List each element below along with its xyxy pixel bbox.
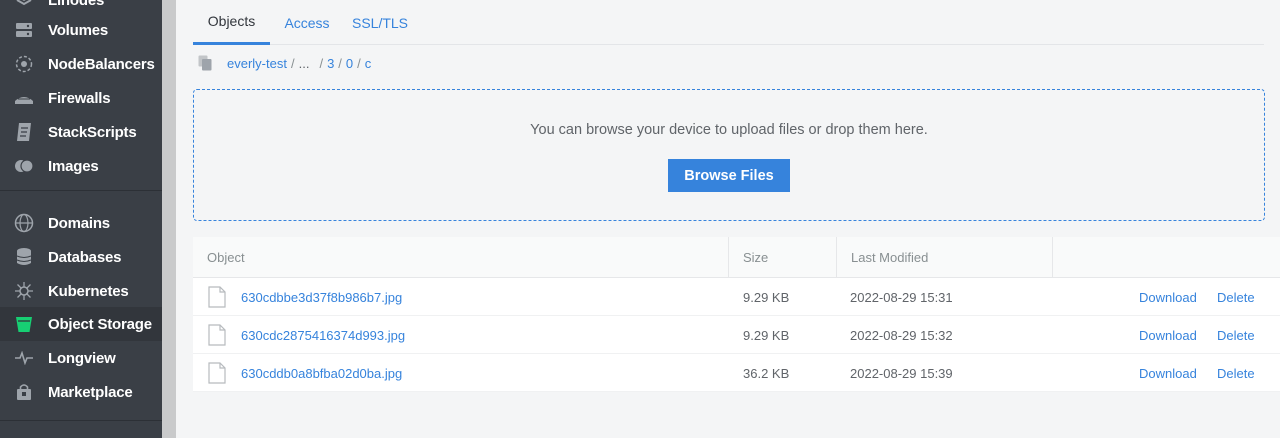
sidebar-item-domains[interactable]: Domains xyxy=(0,206,162,240)
sidebar-item-marketplace[interactable]: Marketplace xyxy=(0,375,162,409)
tab-access[interactable]: Access xyxy=(276,0,338,45)
copy-icon[interactable] xyxy=(198,55,212,71)
table-row: 630cdbbe3d37f8b986b7.jpg 9.29 KB 2022-08… xyxy=(193,278,1280,316)
images-icon xyxy=(14,156,34,176)
sidebar-divider xyxy=(0,420,162,421)
sidebar-item-label: Longview xyxy=(48,349,116,367)
tab-objects[interactable]: Objects xyxy=(193,0,270,45)
object-last-modified: 2022-08-29 15:31 xyxy=(850,289,953,305)
column-header-size[interactable]: Size xyxy=(728,237,836,278)
column-header-last-modified[interactable]: Last Modified xyxy=(836,237,1052,278)
object-name-link[interactable]: 630cdbbe3d37f8b986b7.jpg xyxy=(241,278,402,316)
object-last-modified: 2022-08-29 15:32 xyxy=(850,327,953,343)
breadcrumb-part[interactable]: 0 xyxy=(346,56,353,71)
browse-files-button[interactable]: Browse Files xyxy=(668,159,790,192)
pulse-icon xyxy=(14,348,34,368)
sidebar-item-label: NodeBalancers xyxy=(48,55,155,73)
tab-label: Access xyxy=(284,14,330,31)
breadcrumb-separator: / xyxy=(319,55,324,71)
delete-link[interactable]: Delete xyxy=(1217,316,1255,354)
sidebar-item-nodebalancers[interactable]: NodeBalancers xyxy=(0,47,162,81)
sidebar-divider xyxy=(0,190,162,191)
file-icon xyxy=(207,278,227,316)
sidebar-item-label: Linodes xyxy=(48,0,105,9)
delete-link[interactable]: Delete xyxy=(1217,354,1255,392)
breadcrumb-ellipsis[interactable]: ... xyxy=(299,56,310,71)
volume-icon xyxy=(14,20,34,40)
sidebar-item-label: Object Storage xyxy=(48,315,152,333)
sidebar-item-label: Marketplace xyxy=(48,383,133,401)
breadcrumb-separator: / xyxy=(338,55,342,71)
breadcrumb-separator: / xyxy=(290,55,295,71)
sidebar-item-label: Databases xyxy=(48,248,122,266)
sidebar-item-label: Kubernetes xyxy=(48,282,129,300)
linode-icon xyxy=(14,0,34,10)
breadcrumb-part[interactable]: c xyxy=(365,56,372,71)
sidebar-item-label: Firewalls xyxy=(48,89,111,107)
delete-link[interactable]: Delete xyxy=(1217,278,1255,316)
bucket-tabs: Objects Access SSL/TLS xyxy=(193,0,1264,45)
breadcrumb-separator: / xyxy=(357,55,361,71)
file-icon xyxy=(207,354,227,392)
database-icon xyxy=(14,247,34,267)
sidebar-item-label: StackScripts xyxy=(48,123,137,141)
object-last-modified: 2022-08-29 15:39 xyxy=(850,365,953,381)
sidebar-item-firewalls[interactable]: Firewalls xyxy=(0,81,162,115)
sidebar-item-label: Volumes xyxy=(48,21,109,39)
breadcrumb-bucket[interactable]: everly-test xyxy=(227,56,287,71)
sidebar: Linodes Volumes NodeBalancers Firewalls … xyxy=(0,0,162,438)
object-size: 9.29 KB xyxy=(743,289,790,305)
object-size: 36.2 KB xyxy=(743,365,790,381)
globe-icon xyxy=(14,213,34,233)
table-row: 630cdc2875416374d993.jpg 9.29 KB 2022-08… xyxy=(193,316,1280,354)
marketplace-icon xyxy=(14,382,34,402)
sidebar-item-images[interactable]: Images xyxy=(0,149,162,183)
sidebar-item-volumes[interactable]: Volumes xyxy=(0,13,162,47)
nodebalancer-icon xyxy=(14,54,34,74)
column-header-object[interactable]: Object xyxy=(193,237,728,278)
object-name-link[interactable]: 630cddb0a8bfba02d0ba.jpg xyxy=(241,354,402,392)
sidebar-item-label: Domains xyxy=(48,214,110,232)
kubernetes-icon xyxy=(14,281,34,301)
table-row: 630cddb0a8bfba02d0ba.jpg 36.2 KB 2022-08… xyxy=(193,354,1280,392)
download-link[interactable]: Download xyxy=(1139,316,1197,354)
table-header: Object Size Last Modified xyxy=(193,237,1280,278)
stackscript-icon xyxy=(14,122,34,142)
upload-dropzone[interactable]: You can browse your device to upload fil… xyxy=(193,89,1265,221)
main-content: Objects Access SSL/TLS everly-test / ...… xyxy=(176,0,1280,438)
breadcrumb-part[interactable]: 3 xyxy=(327,56,334,71)
sidebar-item-kubernetes[interactable]: Kubernetes xyxy=(0,274,162,308)
column-header-actions xyxy=(1052,237,1280,278)
objects-table: Object Size Last Modified 630cdbbe3d37f8… xyxy=(193,237,1280,392)
sidebar-item-stackscripts[interactable]: StackScripts xyxy=(0,115,162,149)
file-icon xyxy=(207,316,227,354)
sidebar-item-object-storage[interactable]: Object Storage xyxy=(0,307,162,341)
tab-label: Objects xyxy=(207,13,256,29)
download-link[interactable]: Download xyxy=(1139,278,1197,316)
tab-label: SSL/TLS xyxy=(351,14,409,31)
object-name-link[interactable]: 630cdc2875416374d993.jpg xyxy=(241,316,405,354)
firewall-icon xyxy=(14,88,34,108)
download-link[interactable]: Download xyxy=(1139,354,1197,392)
breadcrumb: everly-test / ... / 3 / 0 / c xyxy=(198,55,371,71)
sidebar-item-longview[interactable]: Longview xyxy=(0,341,162,375)
sidebar-item-databases[interactable]: Databases xyxy=(0,240,162,274)
dropzone-message: You can browse your device to upload fil… xyxy=(530,122,928,138)
object-size: 9.29 KB xyxy=(743,327,790,343)
scroll-gutter xyxy=(162,0,176,438)
bucket-icon xyxy=(14,314,34,334)
sidebar-item-label: Images xyxy=(48,157,99,175)
tab-ssl-tls[interactable]: SSL/TLS xyxy=(345,0,415,45)
